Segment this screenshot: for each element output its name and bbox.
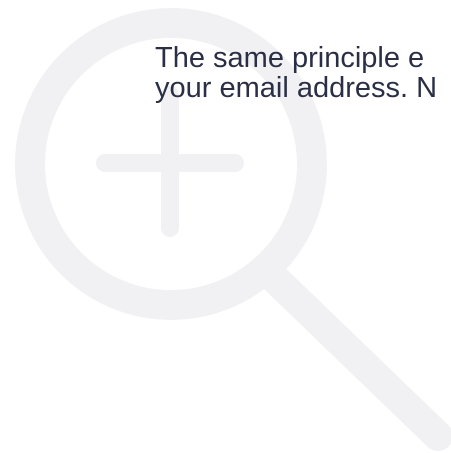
preview-stage: The same principle e your email address.… <box>0 0 451 453</box>
content-text-block: The same principle e your email address.… <box>155 43 451 103</box>
content-line-2: your email address. N <box>155 72 438 104</box>
magnifier-handle <box>256 260 451 451</box>
content-line-1: The same principle e <box>155 42 425 74</box>
